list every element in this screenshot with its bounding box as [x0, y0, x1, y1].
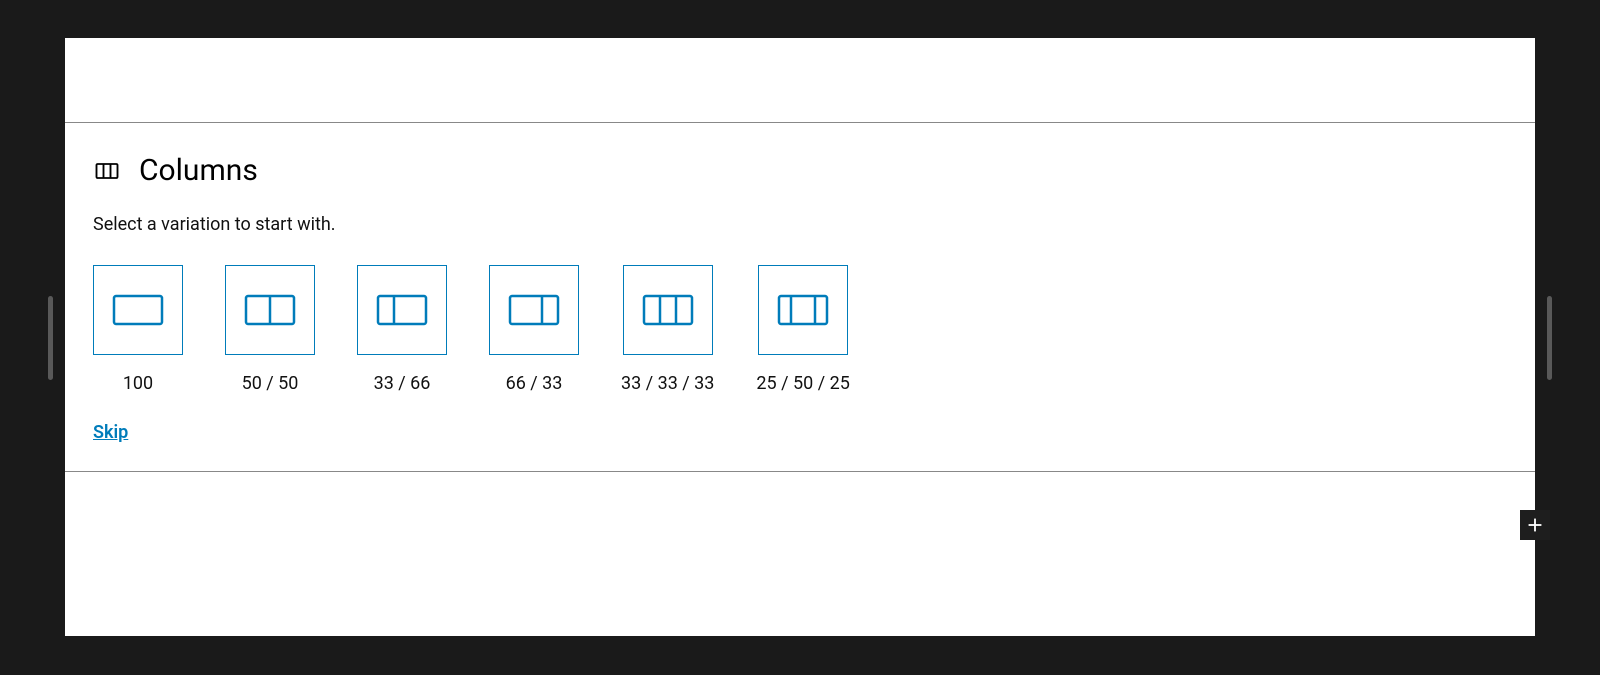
variation-icon-33-66 [357, 265, 447, 355]
empty-block-top[interactable] [65, 38, 1535, 123]
variation-100[interactable]: 100 [93, 265, 183, 394]
columns-icon [93, 157, 121, 185]
variation-66-33[interactable]: 66 / 33 [489, 265, 579, 394]
add-block-button[interactable] [1520, 510, 1550, 540]
resize-handle-right[interactable] [1547, 296, 1552, 380]
block-instructions: Select a variation to start with. [93, 214, 1507, 235]
variation-25-50-25[interactable]: 25 / 50 / 25 [756, 265, 849, 394]
resize-handle-left[interactable] [48, 296, 53, 380]
variation-label: 50 / 50 [242, 373, 299, 394]
variation-label: 66 / 33 [506, 373, 563, 394]
variation-label: 25 / 50 / 25 [756, 373, 849, 394]
block-header: Columns [93, 153, 1507, 188]
editor-canvas: Columns Select a variation to start with… [65, 38, 1535, 636]
variation-50-50[interactable]: 50 / 50 [225, 265, 315, 394]
variation-label: 33 / 66 [374, 373, 431, 394]
variations-row: 100 50 / 50 33 / 66 [93, 265, 1507, 394]
columns-block-placeholder: Columns Select a variation to start with… [65, 123, 1535, 472]
empty-block-bottom[interactable] [65, 472, 1535, 636]
variation-33-66[interactable]: 33 / 66 [357, 265, 447, 394]
variation-icon-33-33-33 [623, 265, 713, 355]
skip-link[interactable]: Skip [93, 422, 128, 443]
variation-label: 100 [123, 373, 153, 394]
variation-icon-25-50-25 [758, 265, 848, 355]
variation-icon-100 [93, 265, 183, 355]
variation-icon-66-33 [489, 265, 579, 355]
block-title: Columns [139, 153, 258, 188]
variation-icon-50-50 [225, 265, 315, 355]
variation-33-33-33[interactable]: 33 / 33 / 33 [621, 265, 714, 394]
variation-label: 33 / 33 / 33 [621, 373, 714, 394]
